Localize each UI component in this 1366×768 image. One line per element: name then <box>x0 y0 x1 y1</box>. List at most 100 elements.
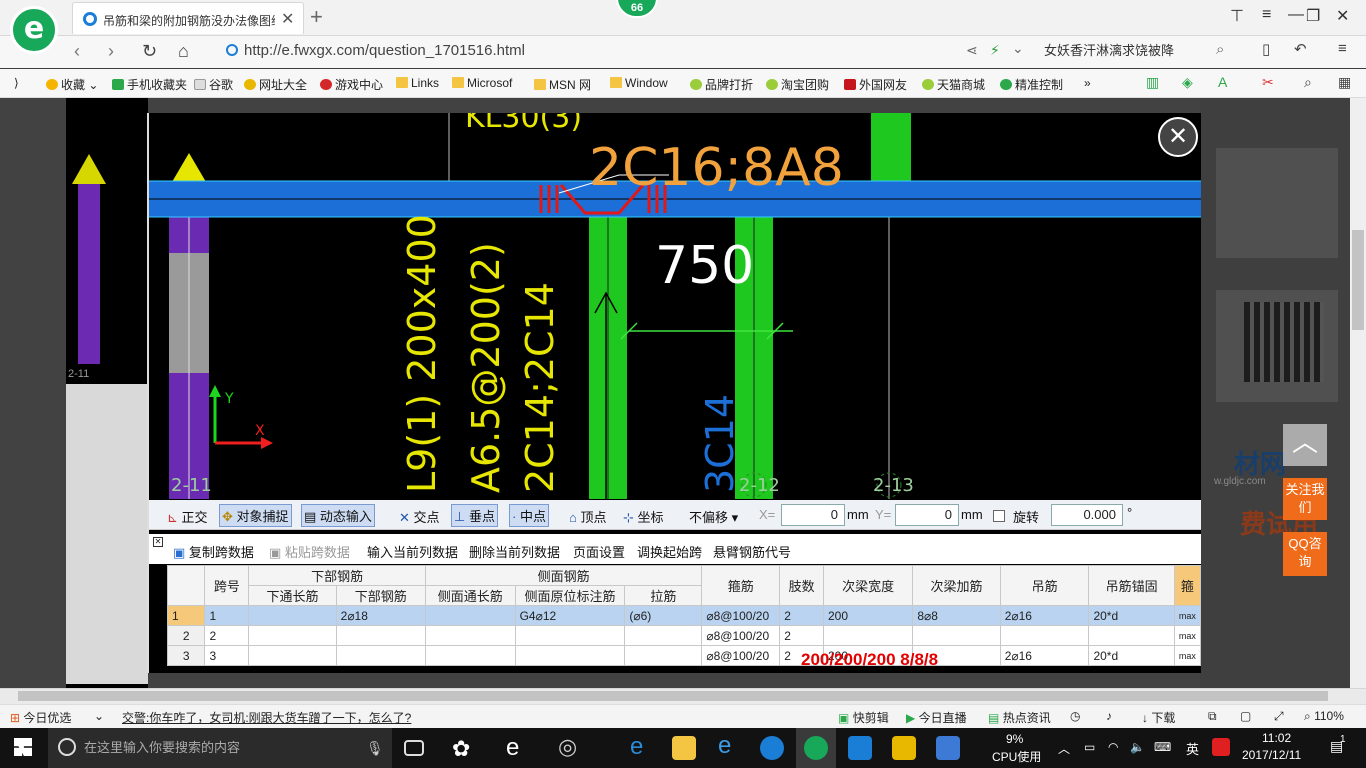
col-header[interactable]: 次梁加筋 <box>912 565 1001 606</box>
table-cell[interactable]: (⌀6) <box>624 605 703 626</box>
collapse-icon[interactable]: ✕ <box>153 537 163 547</box>
table-cell[interactable]: 20*d <box>1088 605 1175 626</box>
bookmark-daquan[interactable]: 网址大全 <box>244 76 307 93</box>
pinwheel-icon[interactable]: ✿ <box>452 736 470 762</box>
table-cell[interactable] <box>335 625 426 646</box>
expand-icon[interactable]: ⌄ <box>94 709 104 723</box>
app-icon[interactable]: ◎ <box>558 734 577 760</box>
table-cell[interactable] <box>514 645 626 666</box>
sidebar-toggle-icon[interactable]: ⟩ <box>14 76 19 90</box>
share-icon[interactable]: ⋖ <box>966 42 978 59</box>
table-row[interactable]: 3 3 ⌀8@100/20 2 200 2⌀16 20*d max <box>166 645 1201 666</box>
bookmark-links[interactable]: Links <box>396 76 439 90</box>
table-cell[interactable]: max <box>1173 645 1201 666</box>
minimize-button[interactable]: — <box>1288 6 1304 24</box>
file-explorer-icon[interactable] <box>672 736 696 760</box>
bookmark-brand[interactable]: 品牌打折 <box>690 76 753 93</box>
table-cell[interactable] <box>514 625 626 646</box>
offset-select[interactable]: 不偏移 ▾ <box>689 507 738 526</box>
search-input[interactable]: 女妖香汗淋漓求饶被降 <box>1044 38 1244 64</box>
edge-browser-icon[interactable]: e <box>506 734 519 762</box>
restore-button[interactable]: ❐ <box>1306 6 1320 26</box>
dynamic-input-button[interactable]: ▤ 动态输入 <box>301 504 375 527</box>
table-cell[interactable]: G4⌀12 <box>514 605 626 626</box>
col-header[interactable]: 箍 <box>1173 565 1201 606</box>
refresh-icon[interactable]: ↻ <box>142 41 157 62</box>
search-icon[interactable]: ⌕ <box>1216 41 1224 58</box>
table-cell[interactable]: ⌀8@100/20 <box>701 605 781 626</box>
clock-date[interactable]: 2017/12/11 <box>1242 748 1301 762</box>
copy-span-button[interactable]: ▣ 复制跨数据 <box>173 542 254 561</box>
follow-us-button[interactable]: 关注我们 <box>1283 478 1327 520</box>
table-row[interactable]: 1 1 2⌀18 G4⌀12 (⌀6) ⌀8@100/20 2 200 8⌀8 … <box>166 605 1201 626</box>
plus-app-icon[interactable] <box>848 736 872 760</box>
battery-icon[interactable]: ▭ <box>1084 740 1095 754</box>
ortho-button[interactable]: ⊾ 正交 <box>167 507 208 526</box>
table-cell[interactable]: 2 <box>779 625 824 646</box>
new-tab-button[interactable]: + <box>310 4 323 30</box>
ad-image[interactable] <box>1216 148 1338 258</box>
menu-icon[interactable]: ≡ <box>1262 6 1271 24</box>
lightbox-close-button[interactable]: ✕ <box>1158 117 1198 157</box>
object-snap-button[interactable]: ✥ 对象捕捉 <box>219 504 292 527</box>
url-input[interactable]: http://e.fwxgx.com/question_1701516.html <box>226 38 946 64</box>
delete-column-button[interactable]: 删除当前列数据 <box>469 542 560 561</box>
window-icon[interactable]: ▢ <box>1240 709 1251 723</box>
undo-icon[interactable]: ↶ <box>1294 40 1307 58</box>
table-cell[interactable] <box>912 625 1001 646</box>
table-cell[interactable] <box>248 625 337 646</box>
rotate-input[interactable]: 0.000 <box>1051 504 1123 526</box>
task-view-icon[interactable] <box>404 740 424 756</box>
table-cell[interactable]: 3 <box>204 645 250 666</box>
translate-icon[interactable]: A <box>1218 74 1227 90</box>
today-live[interactable]: ▶ 今日直播 <box>906 709 967 726</box>
wifi-icon[interactable]: ◠ <box>1108 740 1118 754</box>
vertex-button[interactable]: ⌂ 顶点 <box>569 507 607 526</box>
taskbar-search-input[interactable]: 在这里输入你要搜索的内容 <box>48 728 392 768</box>
table-cell[interactable] <box>424 645 516 666</box>
table-cell[interactable]: 200 <box>822 605 914 626</box>
col-header[interactable]: 吊筋锚固 <box>1088 565 1175 606</box>
bookmark-precise[interactable]: 精准控制 <box>1000 76 1063 93</box>
table-cell[interactable] <box>624 645 703 666</box>
ime-indicator[interactable]: 英 <box>1186 739 1199 758</box>
table-cell[interactable]: 2⌀16 <box>999 645 1090 666</box>
swap-start-span-button[interactable]: 调换起始跨 <box>637 542 702 561</box>
app-menu-icon[interactable]: ≡ <box>1338 40 1347 57</box>
tray-expand-icon[interactable]: ︿ <box>1058 740 1070 757</box>
col-header[interactable]: 拉筋 <box>624 585 703 606</box>
rotate-checkbox[interactable] <box>993 510 1005 522</box>
zoom-level[interactable]: ⌕ 110% <box>1304 709 1344 724</box>
tab-close-icon[interactable]: ✕ <box>281 9 294 29</box>
table-cell[interactable] <box>248 605 337 626</box>
bookmark-favorites[interactable]: 收藏 ⌄ <box>46 76 98 93</box>
ie-icon[interactable]: e <box>718 732 731 760</box>
perpendicular-button[interactable]: ⊥ 垂点 <box>451 504 498 527</box>
table-cell[interactable]: ⌀8@100/20 <box>701 645 781 666</box>
table-cell[interactable] <box>424 605 516 626</box>
close-window-button[interactable]: ✕ <box>1336 6 1349 26</box>
table-cell[interactable] <box>1088 625 1175 646</box>
today-picks[interactable]: ⊞ 今日优选 <box>10 709 71 726</box>
table-cell[interactable]: max <box>1173 625 1201 646</box>
g-app-icon[interactable] <box>760 736 784 760</box>
clock-time[interactable]: 11:02 <box>1262 731 1291 745</box>
home-icon[interactable]: ⌂ <box>178 41 189 62</box>
col-header[interactable]: 下部钢筋 <box>335 585 426 606</box>
sync-icon[interactable]: ⧉ <box>1208 709 1217 724</box>
browser-tab[interactable]: 吊筋和梁的附加钢筋没办法像图纸 ✕ <box>72 2 304 34</box>
bookmark-microsoft[interactable]: Microsof <box>452 76 512 90</box>
coord-button[interactable]: ⊹ 坐标 <box>623 507 664 526</box>
table-cell[interactable] <box>822 625 914 646</box>
sound-icon[interactable]: ♪ <box>1106 709 1112 723</box>
col-header[interactable]: 跨号 <box>204 565 250 606</box>
col-header[interactable]: 吊筋 <box>999 565 1090 606</box>
midpoint-button[interactable]: · 中点 <box>509 504 549 527</box>
horizontal-scroll-thumb[interactable] <box>18 691 1328 701</box>
bookmark-windows[interactable]: Window <box>610 76 668 90</box>
x-input[interactable]: 0 <box>781 504 845 526</box>
mobile-icon[interactable]: ▯ <box>1262 40 1270 58</box>
cortana-icon[interactable] <box>58 738 76 756</box>
bookmark-msn[interactable]: MSN 网 <box>534 76 591 93</box>
col-header[interactable]: 箍筋 <box>701 565 781 606</box>
